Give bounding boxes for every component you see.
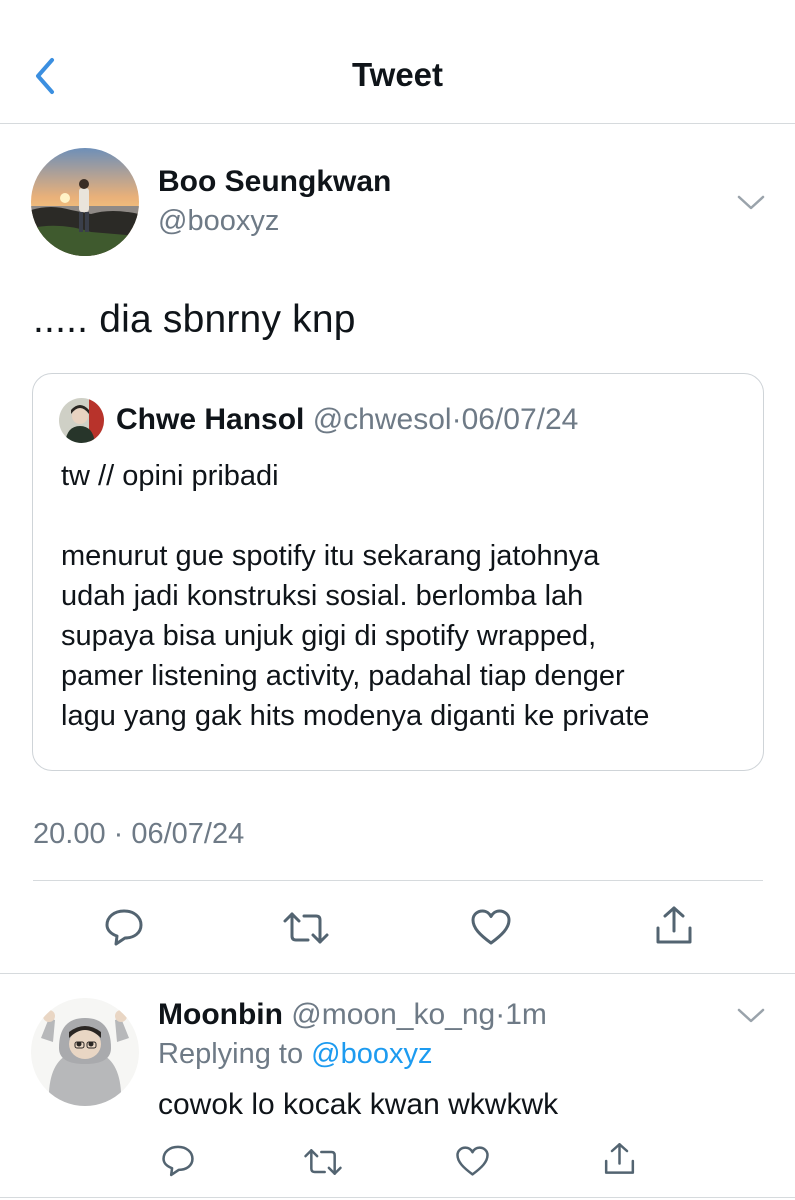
replying-to-mention[interactable]: @booxyz — [311, 1038, 432, 1070]
retweet-icon — [304, 1149, 342, 1175]
reply-header: Moonbin @moon_ko_ng·1m — [158, 998, 547, 1032]
quoted-line: tw // opini pribadi — [61, 460, 279, 492]
replying-prefix: Replying to — [158, 1038, 304, 1070]
reply-like-button[interactable] — [455, 1145, 490, 1177]
quoted-line — [61, 496, 751, 536]
quoted-line: udah jadi konstruksi sosial. berlomba la… — [61, 580, 584, 612]
sunset-avatar-image — [31, 148, 139, 256]
like-icon — [471, 909, 511, 945]
quoted-tweet[interactable]: Chwe Hansol @chwesol·06/07/24 tw // opin… — [32, 373, 764, 771]
reply-reply-button[interactable] — [161, 1144, 195, 1177]
quoted-line: supaya bisa unjuk gigi di spotify wrappe… — [61, 620, 597, 652]
reply-icon — [162, 1145, 194, 1177]
reply-text: cowok lo kocak kwan wkwkwk — [158, 1088, 559, 1121]
reply-share-button[interactable] — [602, 1141, 637, 1176]
share-button[interactable] — [653, 904, 695, 946]
share-icon — [656, 906, 692, 944]
retweet-icon — [283, 912, 329, 944]
quoted-line: lagu yang gak hits modenya diganti ke pr… — [61, 700, 650, 732]
author-avatar[interactable] — [31, 148, 139, 256]
quoted-tweet-text: tw // opini pribadi menurut gue spotify … — [61, 456, 751, 736]
divider — [0, 1197, 795, 1198]
chevron-down-icon — [737, 1008, 765, 1023]
reply-menu-button[interactable] — [736, 1005, 766, 1025]
tweet-text: ..... dia sbnrny knp — [33, 298, 356, 341]
hoodie-avatar-image — [31, 998, 139, 1106]
author-handle[interactable]: @booxyz — [158, 205, 279, 238]
navigation-header: Tweet — [0, 0, 795, 124]
quoted-separator: · — [451, 403, 462, 436]
replying-to-line: Replying to @booxyz — [158, 1038, 432, 1071]
reply-author-name[interactable]: Moonbin — [158, 998, 283, 1031]
tweet-menu-button[interactable] — [736, 192, 766, 212]
divider — [0, 973, 795, 974]
quoted-author-name: Chwe Hansol — [116, 403, 305, 436]
quoted-author-avatar — [59, 398, 104, 443]
share-icon — [604, 1143, 635, 1174]
author-name[interactable]: Boo Seungkwan — [158, 165, 391, 199]
reply-icon — [105, 909, 143, 946]
reply-button[interactable] — [104, 908, 144, 946]
chevron-down-icon — [737, 195, 765, 210]
page-title: Tweet — [351, 56, 444, 93]
reply-retweet-button[interactable] — [303, 1147, 343, 1177]
reply-author-avatar[interactable] — [31, 998, 139, 1106]
quoted-line: pamer listening activity, padahal tiap d… — [61, 660, 625, 692]
tweet-timestamp: 20.00 · 06/07/24 — [33, 818, 245, 850]
reply-author-handle[interactable]: @moon_ko_ng — [291, 998, 495, 1031]
quoted-date: 06/07/24 — [461, 403, 579, 436]
reply-time: 1m — [505, 998, 547, 1031]
quoted-tweet-header: Chwe Hansol @chwesol·06/07/24 — [116, 403, 578, 437]
retweet-button[interactable] — [282, 910, 330, 946]
like-icon — [456, 1146, 489, 1176]
quoted-line: menurut gue spotify itu sekarang jatohny… — [61, 540, 600, 572]
quoted-author-handle: @chwesol — [312, 403, 452, 436]
divider — [33, 880, 763, 881]
reply-separator: · — [495, 998, 506, 1031]
like-button[interactable] — [470, 908, 512, 946]
